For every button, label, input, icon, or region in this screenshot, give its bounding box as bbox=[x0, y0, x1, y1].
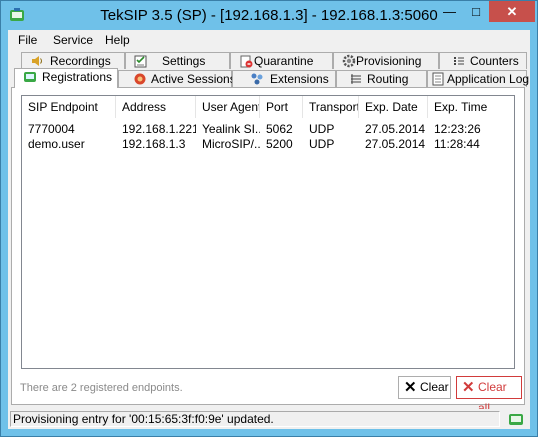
client-area: File Service Help Recordings Settings Qu… bbox=[8, 30, 530, 429]
registrations-table[interactable]: SIP Endpoint Address User Agent Port Tra… bbox=[21, 95, 515, 369]
tab-recordings[interactable]: Recordings bbox=[21, 52, 125, 69]
status-tray-icon bbox=[509, 414, 523, 425]
column-header[interactable]: Exp. Time bbox=[428, 96, 516, 118]
routing-icon bbox=[351, 74, 361, 84]
extensions-icon bbox=[251, 73, 263, 85]
menu-service[interactable]: Service bbox=[53, 33, 93, 47]
x-icon: ✕ bbox=[404, 379, 417, 396]
tab-routing[interactable]: Routing bbox=[336, 70, 427, 87]
tab-label: Quarantine bbox=[254, 54, 314, 68]
table-cell: 192.168.1.3 bbox=[122, 137, 186, 151]
close-button[interactable]: ✕ bbox=[489, 1, 535, 22]
table-cell: 7770004 bbox=[28, 122, 75, 136]
table-cell: MicroSIP/... bbox=[202, 137, 260, 151]
list-icon bbox=[454, 57, 464, 65]
registration-count-text: There are 2 registered endpoints. bbox=[20, 382, 183, 394]
column-header[interactable]: Transport bbox=[303, 96, 359, 118]
table-cell: 27.05.2014 bbox=[365, 122, 426, 136]
maximize-button[interactable]: □ bbox=[463, 1, 489, 22]
registration-icon bbox=[24, 72, 36, 82]
column-header[interactable]: User Agent bbox=[196, 96, 260, 118]
tab-label: Extensions bbox=[270, 72, 329, 86]
tab-quarantine[interactable]: Quarantine bbox=[230, 52, 333, 69]
tab-label: Counters bbox=[470, 54, 519, 68]
table-cell: UDP bbox=[309, 122, 335, 136]
clear-button-label: Clear bbox=[420, 380, 449, 394]
log-icon bbox=[432, 72, 444, 86]
table-cell: Yealink SI... bbox=[202, 122, 260, 136]
app-window: TekSIP 3.5 (SP) - [192.168.1.3] - 192.16… bbox=[0, 0, 538, 437]
menu-file[interactable]: File bbox=[18, 33, 37, 47]
tab-settings[interactable]: Settings bbox=[125, 52, 230, 69]
tab-label: Settings bbox=[162, 54, 206, 68]
menu-help[interactable]: Help bbox=[105, 33, 130, 47]
column-header[interactable]: Exp. Date bbox=[359, 96, 428, 118]
table-cell: 192.168.1.221 bbox=[122, 122, 196, 136]
tab-label: Registrations bbox=[42, 70, 113, 84]
tab-application-log[interactable]: Application Log bbox=[427, 70, 530, 87]
title-bar[interactable]: TekSIP 3.5 (SP) - [192.168.1.3] - 192.16… bbox=[1, 1, 537, 30]
red-x-icon: ✕ bbox=[462, 379, 475, 396]
tab-counters[interactable]: Counters bbox=[439, 52, 527, 69]
tab-label: Provisioning bbox=[356, 54, 422, 68]
checklist-icon bbox=[134, 55, 147, 68]
column-header[interactable]: Port bbox=[260, 96, 303, 118]
tab-active-sessions[interactable]: Active Sessions bbox=[118, 70, 236, 87]
column-header[interactable]: SIP Endpoint bbox=[22, 96, 116, 118]
gear-icon bbox=[342, 54, 356, 68]
table-cell: 12:23:26 bbox=[434, 122, 481, 136]
table-cell: 11:28:44 bbox=[434, 137, 480, 151]
tab-label: Application Log bbox=[447, 72, 530, 86]
tab-label: Active Sessions bbox=[151, 72, 236, 86]
registrations-panel: SIP Endpoint Address User Agent Port Tra… bbox=[11, 87, 525, 405]
status-bar: Provisioning entry for '00:15:65:3f:f0:9… bbox=[8, 409, 530, 429]
table-cell: 5062 bbox=[266, 122, 293, 136]
tab-label: Routing bbox=[367, 72, 409, 86]
minimize-button[interactable]: — bbox=[436, 1, 463, 22]
session-icon bbox=[134, 73, 146, 85]
table-cell: 27.05.2014 bbox=[365, 137, 426, 151]
speaker-icon bbox=[32, 56, 42, 66]
tab-provisioning[interactable]: Provisioning bbox=[333, 52, 439, 69]
clear-all-button[interactable]: ✕ Clear all bbox=[456, 376, 522, 415]
quarantine-icon bbox=[240, 55, 253, 68]
menu-bar: File Service Help bbox=[8, 30, 530, 50]
tab-registrations[interactable]: Registrations bbox=[14, 68, 118, 88]
tab-extensions[interactable]: Extensions bbox=[232, 70, 336, 87]
table-cell: UDP bbox=[309, 137, 335, 151]
status-message: Provisioning entry for '00:15:65:3f:f0:9… bbox=[10, 411, 500, 427]
clear-button[interactable]: ✕ Clear bbox=[398, 376, 451, 399]
table-cell: demo.user bbox=[28, 137, 85, 151]
table-cell: 5200 bbox=[266, 137, 293, 151]
column-header[interactable]: Address bbox=[116, 96, 196, 118]
